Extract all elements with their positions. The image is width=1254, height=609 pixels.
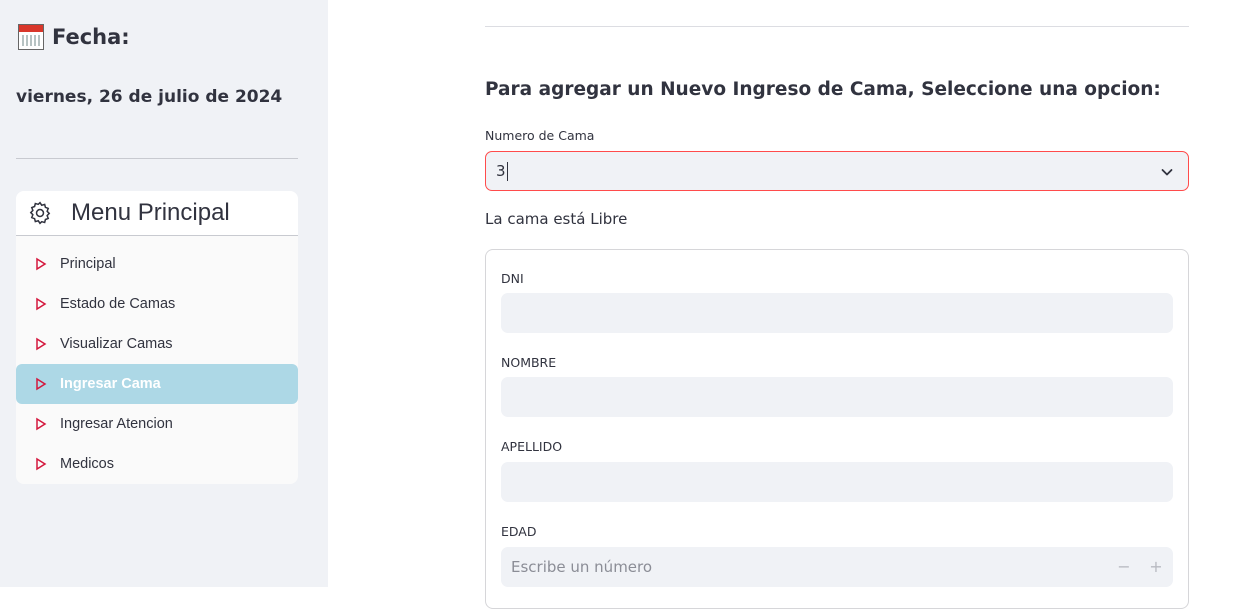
main-menu: Menu Principal Principal Estado de Camas… [16, 191, 298, 484]
menu-item-medicos[interactable]: Medicos [16, 444, 298, 484]
bed-number-label: Numero de Cama [485, 128, 595, 143]
play-triangle-icon [36, 337, 47, 351]
menu-item-label: Ingresar Atencion [60, 416, 173, 432]
menu-header: Menu Principal [16, 191, 298, 236]
nombre-input[interactable] [501, 377, 1173, 417]
apellido-input[interactable] [501, 462, 1173, 502]
menu-items: Principal Estado de Camas Visualizar Cam… [16, 236, 298, 484]
gear-icon [29, 201, 51, 225]
edad-input[interactable] [501, 547, 1101, 587]
bed-status-text: La cama está Libre [485, 210, 628, 228]
date-title: Fecha: [18, 24, 130, 50]
text-cursor [506, 161, 508, 181]
edad-number-field: − + [501, 547, 1173, 587]
edad-label: EDAD [501, 524, 537, 539]
menu-item-label: Visualizar Camas [60, 336, 173, 352]
menu-item-label: Medicos [60, 456, 114, 472]
date-value: viernes, 26 de julio de 2024 [16, 87, 283, 107]
patient-form: DNI NOMBRE APELLIDO EDAD − + [485, 249, 1189, 609]
menu-item-ingresar-cama[interactable]: Ingresar Cama [16, 364, 298, 404]
nombre-label: NOMBRE [501, 355, 557, 370]
play-triangle-icon [36, 297, 47, 311]
dni-input[interactable] [501, 293, 1173, 333]
sidebar: Fecha: viernes, 26 de julio de 2024 Menu… [0, 0, 328, 587]
play-triangle-icon [36, 457, 47, 471]
play-triangle-icon [36, 417, 47, 431]
increment-button[interactable]: + [1144, 555, 1168, 579]
menu-item-label: Principal [60, 256, 116, 272]
date-title-text: Fecha: [52, 25, 130, 49]
play-triangle-icon [36, 257, 47, 271]
chevron-down-icon[interactable] [1160, 165, 1174, 179]
decrement-button[interactable]: − [1112, 555, 1136, 579]
menu-title: Menu Principal [71, 199, 230, 226]
menu-item-label: Ingresar Cama [60, 376, 161, 392]
page-heading: Para agregar un Nuevo Ingreso de Cama, S… [485, 79, 1161, 100]
menu-item-ingresar-atencion[interactable]: Ingresar Atencion [16, 404, 298, 444]
play-triangle-icon [36, 377, 47, 391]
dni-label: DNI [501, 271, 524, 286]
main-content: Para agregar un Nuevo Ingreso de Cama, S… [328, 0, 1254, 609]
bed-number-select[interactable]: 3 [485, 151, 1189, 191]
menu-item-visualizar-camas[interactable]: Visualizar Camas [16, 324, 298, 364]
menu-item-principal[interactable]: Principal [16, 244, 298, 284]
sidebar-divider [16, 158, 298, 159]
top-divider [485, 26, 1189, 27]
bed-number-value: 3 [496, 162, 506, 180]
apellido-label: APELLIDO [501, 439, 563, 454]
menu-item-estado-de-camas[interactable]: Estado de Camas [16, 284, 298, 324]
calendar-icon [18, 24, 44, 50]
menu-item-label: Estado de Camas [60, 296, 176, 312]
